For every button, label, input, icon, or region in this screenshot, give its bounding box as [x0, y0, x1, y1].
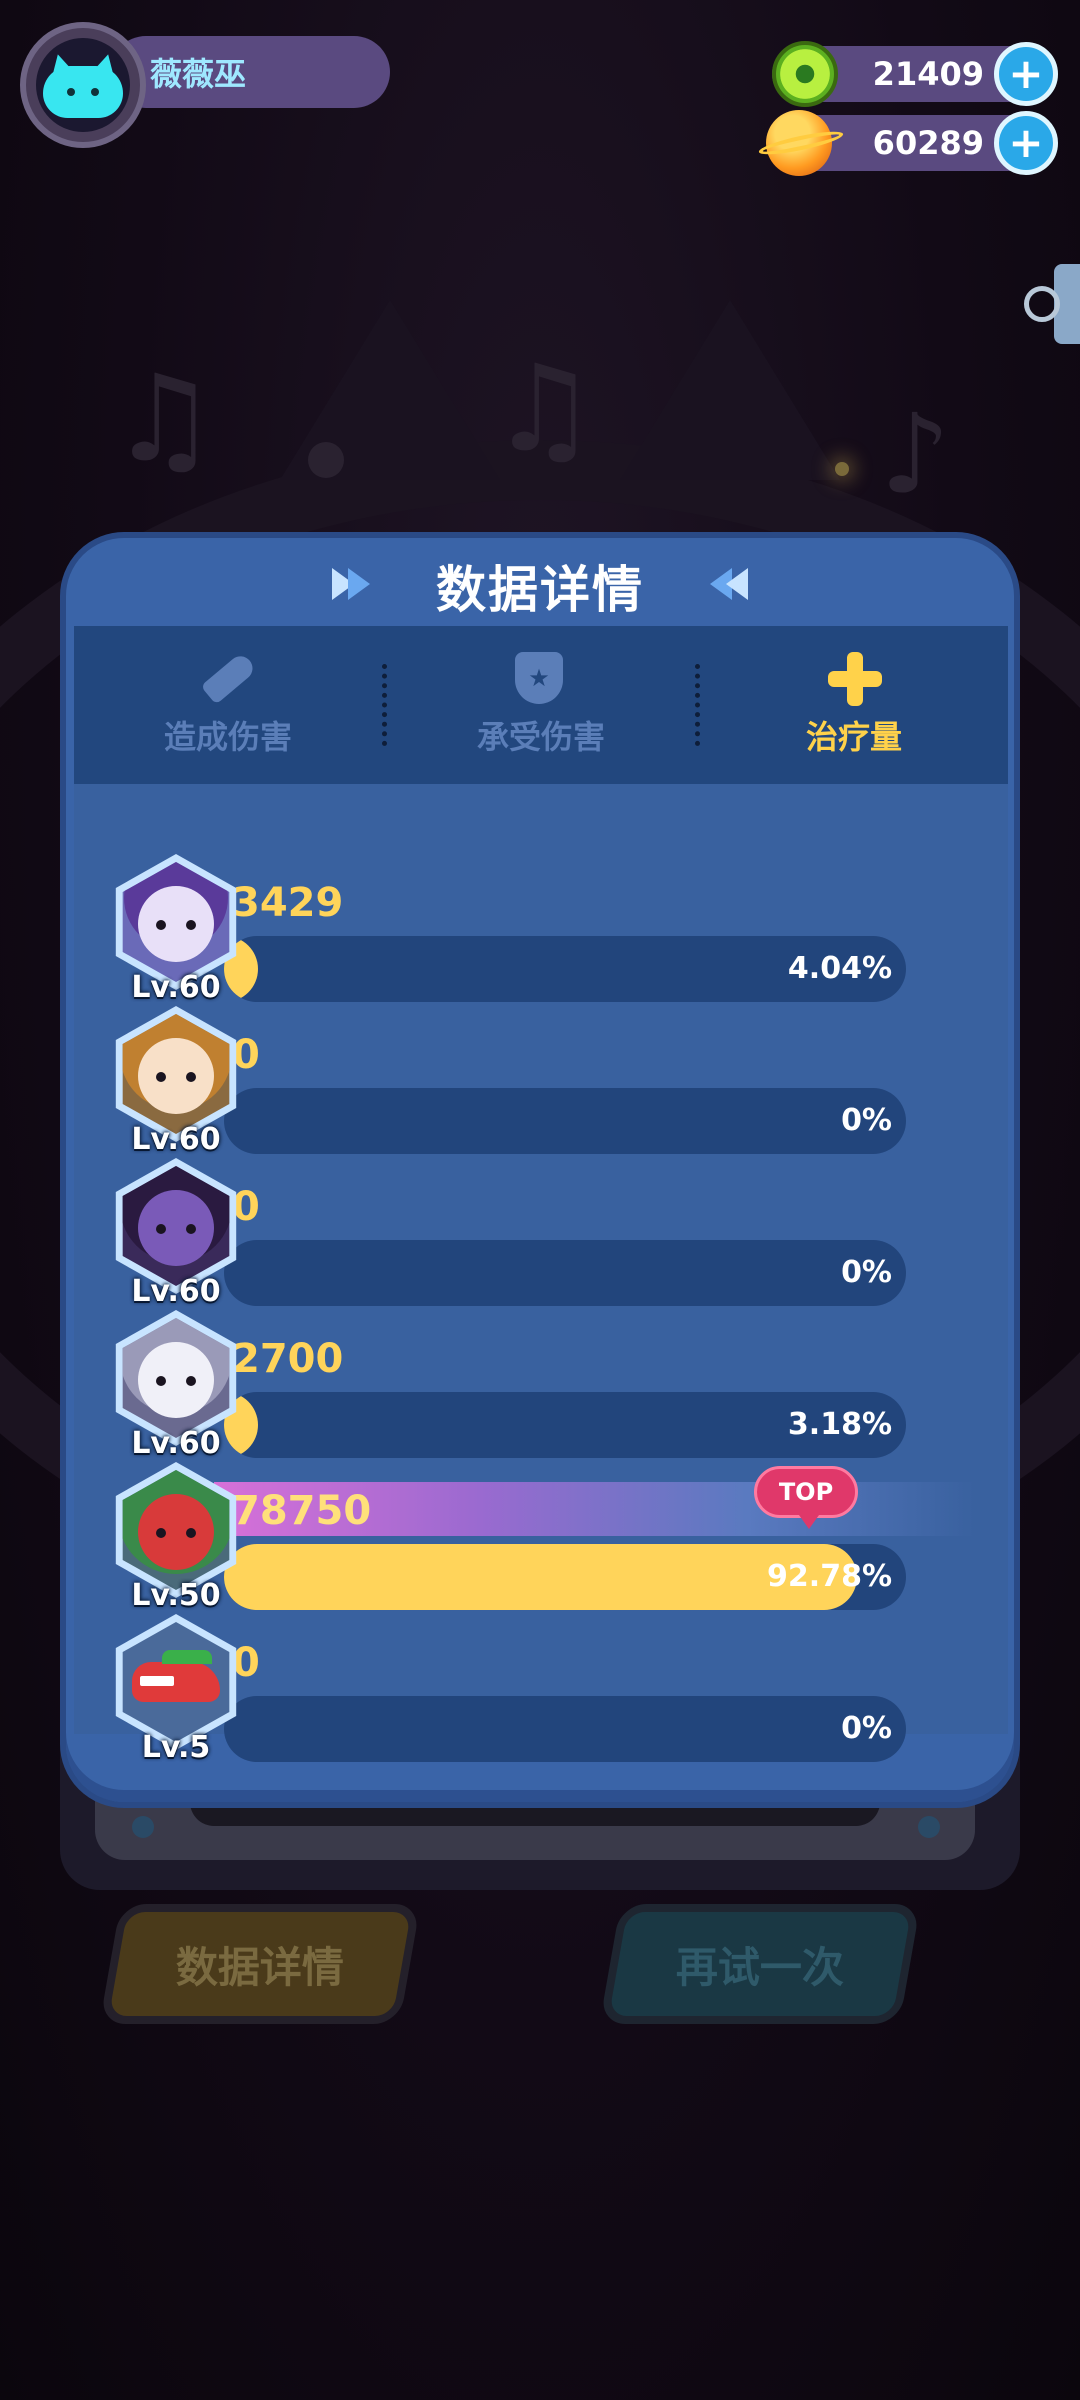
- shield-icon: ★: [515, 652, 567, 704]
- dinosaur-pet-icon: [132, 1650, 220, 1702]
- hero-level: Lv.60: [131, 1426, 221, 1461]
- tab-damage-dealt[interactable]: 造成伤害: [74, 626, 382, 784]
- avatar-frame: [36, 38, 130, 132]
- hero-level: Lv.50: [131, 1578, 221, 1613]
- hero-portrait[interactable]: Lv.50: [106, 1462, 246, 1613]
- hero-level: Lv.60: [131, 1274, 221, 1309]
- hero-portrait[interactable]: Lv.60: [106, 1158, 246, 1309]
- music-note-icon: ♫: [110, 350, 218, 489]
- background-spike: [620, 300, 840, 480]
- hero-face-icon: [138, 1342, 214, 1418]
- tab-label: 治疗量: [805, 718, 902, 756]
- percent-label: 3.18%: [787, 1407, 892, 1442]
- add-currency-button[interactable]: +: [994, 42, 1058, 106]
- player-name: 薇薇巫: [150, 55, 247, 93]
- retry-button[interactable]: 再试一次: [599, 1904, 921, 2024]
- retry-label: 再试一次: [675, 1942, 844, 1992]
- tab-healing[interactable]: 治疗量: [700, 626, 1008, 784]
- hero-level: Lv.5: [141, 1730, 211, 1765]
- hero-level: Lv.60: [131, 1122, 221, 1157]
- progress-fill: [224, 1544, 857, 1610]
- hero-row[interactable]: 4.04% 3429 Lv.60: [74, 854, 1008, 1024]
- hero-portrait[interactable]: Lv.60: [106, 1006, 246, 1157]
- hero-portrait[interactable]: Lv.60: [106, 854, 246, 1005]
- hero-face-icon: [138, 1494, 214, 1570]
- percent-label: 0%: [841, 1255, 892, 1290]
- panel-header: 数据详情: [66, 538, 1014, 634]
- top-badge: TOP: [754, 1466, 858, 1529]
- sword-icon: [200, 651, 258, 705]
- currency-value: 21409: [872, 55, 984, 93]
- percent-label: 92.78%: [767, 1559, 892, 1594]
- plus-icon: +: [1008, 49, 1044, 98]
- add-currency-button[interactable]: +: [994, 111, 1058, 175]
- background-dot: [308, 442, 344, 478]
- percent-label: 0%: [841, 1103, 892, 1138]
- currency-value: 60289: [872, 124, 984, 162]
- sparkle-icon: [835, 462, 849, 476]
- hero-face-icon: [138, 1190, 214, 1266]
- heal-value: 3429: [232, 880, 344, 926]
- player-name-pill[interactable]: 薇薇巫: [110, 36, 390, 108]
- hero-row[interactable]: 0% 0 Lv.5: [74, 1614, 1008, 1784]
- progress-bar: 0%: [224, 1088, 906, 1154]
- hero-face-icon: [138, 886, 214, 962]
- game-screen: ♫ ♫ ♪ 数据详情 再试一次 薇薇巫 21409 + 60289 + 数据详情…: [0, 0, 1080, 2400]
- tab-damage-taken[interactable]: ★ 承受伤害: [387, 626, 695, 784]
- plus-icon: +: [1008, 118, 1044, 167]
- progress-bar: 4.04%: [224, 936, 906, 1002]
- data-details-label: 数据详情: [175, 1942, 344, 1992]
- plus-icon: [828, 652, 882, 706]
- heal-value: 78750: [232, 1488, 372, 1534]
- rivet: [132, 1816, 154, 1838]
- music-note-icon: ♫: [490, 340, 598, 479]
- tab-label: 造成伤害: [163, 718, 292, 756]
- double-arrow-left-icon: [710, 568, 748, 600]
- player-avatar[interactable]: [20, 22, 146, 148]
- percent-label: 4.04%: [787, 951, 892, 986]
- double-arrow-right-icon: [332, 568, 370, 600]
- data-details-button[interactable]: 数据详情: [99, 1904, 421, 2024]
- hero-row[interactable]: 3.18% 2700 Lv.60: [74, 1310, 1008, 1480]
- hero-level: Lv.60: [131, 970, 221, 1005]
- panel-title: 数据详情: [436, 561, 644, 619]
- heal-value: 2700: [232, 1336, 344, 1382]
- rivet: [918, 1816, 940, 1838]
- link-icon: [1024, 286, 1060, 322]
- tab-label: 承受伤害: [476, 718, 605, 756]
- progress-bar: 0%: [224, 1696, 906, 1762]
- data-details-panel: 数据详情 造成伤害 ★ 承受伤害 治疗量 4.04% 3429 Lv.60 0%…: [60, 532, 1020, 1808]
- hero-row[interactable]: 0% 0 Lv.60: [74, 1006, 1008, 1176]
- hero-stats-list: 4.04% 3429 Lv.60 0% 0 Lv.60 0% 0 Lv.60 3…: [74, 784, 1008, 1765]
- hero-face-icon: [138, 1038, 214, 1114]
- green-donut-coin-icon: [772, 41, 838, 107]
- stat-tabs: 造成伤害 ★ 承受伤害 治疗量: [74, 626, 1008, 784]
- hero-portrait[interactable]: Lv.5: [106, 1614, 246, 1765]
- music-note-icon: ♪: [880, 390, 951, 518]
- hero-row-top[interactable]: 92.78% 78750 TOP Lv.50: [74, 1462, 1008, 1632]
- progress-bar: 92.78%: [224, 1544, 906, 1610]
- progress-bar: 0%: [224, 1240, 906, 1306]
- hero-portrait[interactable]: Lv.60: [106, 1310, 246, 1461]
- hero-row[interactable]: 0% 0 Lv.60: [74, 1158, 1008, 1328]
- percent-label: 0%: [841, 1711, 892, 1746]
- progress-bar: 3.18%: [224, 1392, 906, 1458]
- cat-face-icon: [43, 50, 123, 118]
